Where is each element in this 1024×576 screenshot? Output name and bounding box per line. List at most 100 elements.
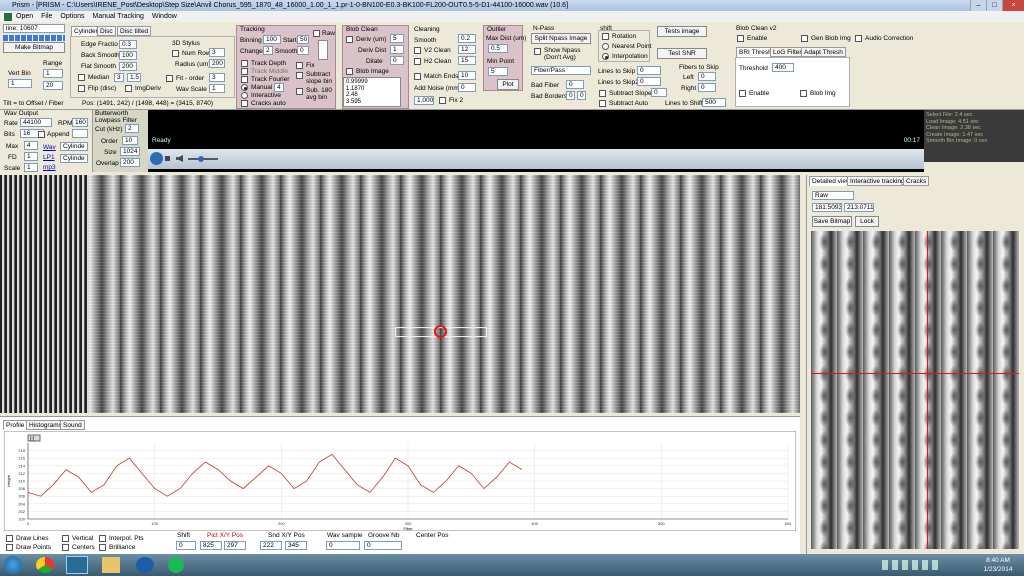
match-ends-checkbox[interactable] (414, 73, 421, 80)
deriv-um-input[interactable]: 5 (390, 34, 404, 43)
binning-input[interactable]: 100 (263, 35, 281, 44)
v2-clean-checkbox[interactable] (414, 47, 421, 54)
snd-y-input[interactable]: 345 (285, 541, 307, 550)
minimize-button[interactable]: – (970, 0, 986, 11)
chrome-icon[interactable] (36, 557, 54, 573)
tab-disc[interactable]: Disc (97, 26, 116, 36)
tray-icons[interactable] (882, 560, 942, 570)
order-input[interactable]: 10 (122, 136, 138, 145)
tests-image-button[interactable]: Tests image (657, 26, 707, 37)
plot-button[interactable]: Plot (497, 79, 519, 90)
menu-file[interactable]: File (41, 13, 52, 20)
brilliance-checkbox[interactable] (99, 544, 106, 551)
fiber-pass-select[interactable]: Fiber/Pass (531, 66, 591, 75)
h2-clean-checkbox[interactable] (414, 58, 421, 65)
snd-x-input[interactable]: 222 (260, 541, 282, 550)
prism-app-icon[interactable] (66, 556, 88, 574)
start-button-icon[interactable] (4, 556, 22, 574)
match-ends-input[interactable]: 10 (458, 71, 476, 80)
interpolation-radio[interactable] (602, 53, 609, 60)
subtract-auto-checkbox[interactable] (599, 100, 606, 107)
overlap-input[interactable]: 200 (120, 158, 140, 167)
append-checkbox[interactable] (38, 131, 45, 138)
save-bitmap-button[interactable]: Save Bitmap (812, 216, 852, 227)
fit-order-input[interactable]: 3 (209, 73, 225, 82)
subtract-slope-input[interactable]: 0 (651, 88, 667, 97)
manual-radio[interactable] (241, 84, 248, 91)
rate-select[interactable]: 44100 (20, 118, 52, 127)
lines-skip2-input[interactable]: 0 (637, 77, 661, 86)
wav-scale-input[interactable]: 1 (209, 84, 225, 93)
back-smooth-input[interactable]: 100 (119, 51, 137, 60)
show-npass-checkbox[interactable] (534, 48, 541, 55)
fix2-value[interactable]: 1.000 (414, 96, 434, 105)
tracking-slider[interactable] (318, 40, 328, 60)
subtract-slope-checkbox[interactable] (599, 90, 606, 97)
mp3-link[interactable]: mp3 (43, 164, 56, 171)
vert-bin-select[interactable]: 1 (8, 79, 32, 88)
fd-input[interactable]: 1 (24, 152, 38, 161)
blob-clean-checkbox[interactable] (346, 36, 353, 43)
edge-fractio-input[interactable]: 0.3 (119, 40, 137, 49)
rotation-checkbox[interactable] (602, 33, 609, 40)
add-noise-input[interactable]: 0 (458, 83, 476, 92)
num-row-input[interactable]: 3 (209, 48, 225, 57)
audio-correction-checkbox[interactable] (855, 35, 862, 42)
split-npass-button[interactable]: Split Npass Image (531, 33, 591, 44)
track-fourier-checkbox[interactable] (241, 76, 248, 83)
flat-smooth-input[interactable]: 200 (119, 62, 137, 71)
blob-v2-enable-checkbox[interactable] (737, 35, 744, 42)
min-point-input[interactable]: 5 (488, 67, 508, 76)
right-input[interactable]: 0 (698, 83, 716, 92)
manual-input[interactable]: 4 (274, 83, 284, 92)
detail-zoom-image[interactable] (811, 231, 1019, 549)
clock[interactable]: 8:40 AM 1/23/2014 (978, 556, 1018, 574)
median-checkbox[interactable] (78, 74, 85, 81)
cursor-marker[interactable] (434, 325, 447, 338)
stop-icon[interactable] (165, 156, 170, 161)
track-middle-checkbox[interactable] (241, 68, 248, 75)
explorer-icon[interactable] (102, 557, 120, 573)
cut-input[interactable]: 2 (125, 124, 139, 133)
bad-borders-b-input[interactable]: 0 (577, 91, 586, 100)
volume-thumb[interactable] (198, 156, 204, 162)
draw-lines-checkbox[interactable] (6, 535, 13, 542)
rpm-input[interactable]: 160 (72, 118, 88, 127)
bad-fiber-input[interactable]: 0 (566, 80, 584, 89)
close-button[interactable]: × (1002, 0, 1024, 11)
media-player-icon[interactable] (136, 557, 154, 573)
play-icon[interactable] (150, 152, 163, 165)
gen-blob-checkbox[interactable] (801, 35, 808, 42)
test-snr-button[interactable]: Test SNR (657, 48, 707, 59)
view-mode-select[interactable]: Raw (812, 191, 854, 200)
tab-disc-tilted[interactable]: Disc tilted (117, 26, 152, 36)
volume-icon[interactable] (176, 155, 183, 162)
tab-interactive-tracking[interactable]: Interactive tracking (847, 176, 908, 186)
make-bitmap-button[interactable]: Make Bitmap (3, 42, 65, 53)
clean-smooth-input[interactable]: 0.2 (458, 34, 476, 43)
lines-shift-input[interactable]: 500 (702, 98, 726, 107)
menu-manual-tracking[interactable]: Manual Tracking (93, 13, 144, 20)
nearest-point-radio[interactable] (602, 43, 609, 50)
v2-clean-input[interactable]: 12 (458, 45, 476, 54)
wav-sample-input[interactable]: 0 (326, 541, 360, 550)
raw-checkbox[interactable] (313, 30, 320, 37)
fix-checkbox[interactable] (296, 62, 303, 69)
start-input[interactable]: 50 (297, 35, 309, 44)
blob-v2-enable2-checkbox[interactable] (739, 90, 746, 97)
cracks-auto-checkbox[interactable] (241, 100, 248, 107)
wav-link[interactable]: Wav (43, 144, 56, 151)
median-a-input[interactable]: 3 (114, 73, 124, 82)
flip-checkbox[interactable] (78, 85, 85, 92)
deriv-dist-input[interactable]: 1 (390, 45, 404, 54)
centers-checkbox[interactable] (62, 544, 69, 551)
lock-button[interactable]: Lock (855, 216, 879, 227)
fit-order-checkbox[interactable] (166, 75, 173, 82)
cylinder-select-1[interactable]: Cylinde (60, 142, 88, 151)
list-item[interactable]: 3.595 (346, 99, 398, 106)
left-input[interactable]: 0 (698, 72, 716, 81)
interactive-radio[interactable] (241, 92, 248, 99)
pict-y-input[interactable]: 297 (224, 541, 246, 550)
range-min-input[interactable]: 1 (43, 69, 63, 78)
num-row-checkbox[interactable] (172, 50, 179, 57)
